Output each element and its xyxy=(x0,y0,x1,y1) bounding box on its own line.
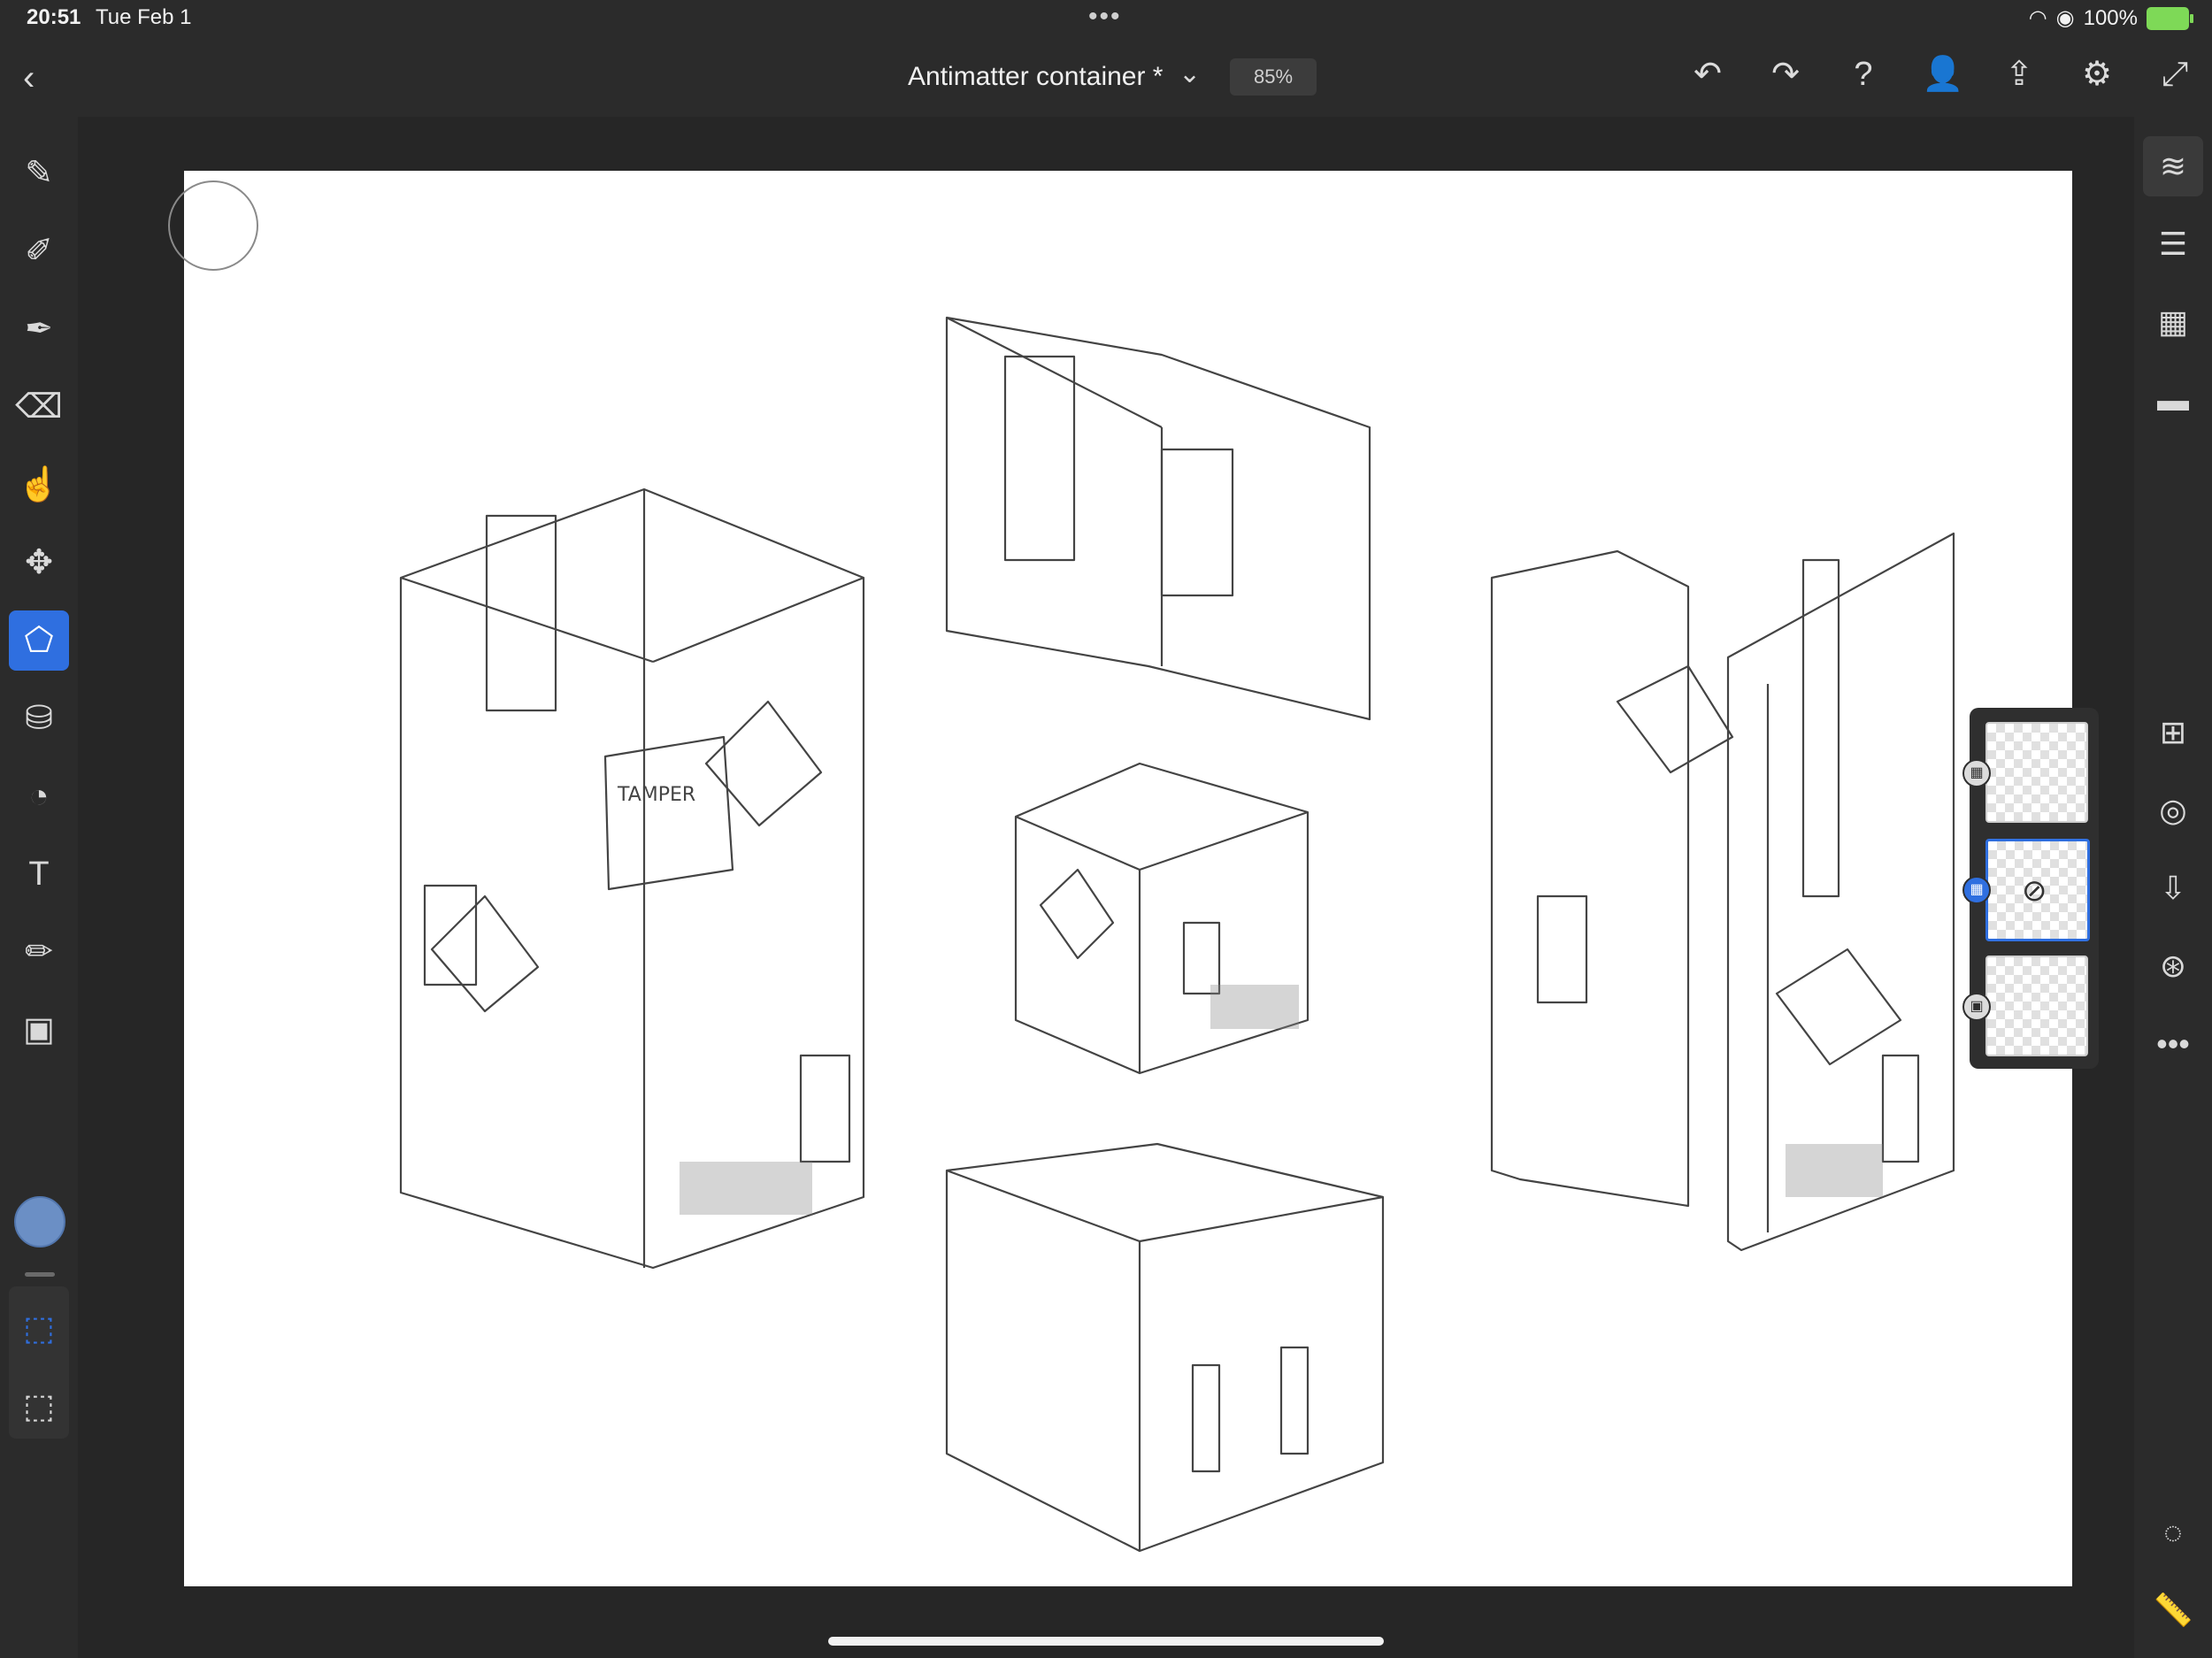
merge-down-icon[interactable]: ⇩ xyxy=(2143,858,2203,918)
orientation-lock-icon: ◉ xyxy=(2055,6,2075,30)
toolbar-divider xyxy=(25,1272,55,1277)
left-toolbar: ⬚ ⬚ ✎ ✐ ✒ ⌫ ☝ ✥ ⬠ ⛁ ◔ T ✏ ▣ xyxy=(0,117,78,1658)
status-time: 20:51 xyxy=(27,5,81,29)
image-icon[interactable]: ▣ xyxy=(9,1000,69,1060)
sketch-container-top xyxy=(945,316,1371,721)
sketch-artwork: TAMPER xyxy=(399,316,1955,1553)
selection-tool-group: ⬚ ⬚ xyxy=(9,1286,69,1439)
layer-background-thumbnail[interactable] xyxy=(1985,956,2088,1056)
layer-1-type-icon: ▦ xyxy=(1962,759,1991,787)
lasso-select-icon[interactable]: ⬠ xyxy=(9,610,69,671)
selection-subtract-icon[interactable]: ⬚ xyxy=(9,1377,69,1437)
shape-icon[interactable]: ◔ xyxy=(9,766,69,826)
back-button[interactable]: ‹ xyxy=(23,58,35,98)
add-layer-icon[interactable]: ⊞ xyxy=(2143,702,2203,763)
status-bar: 20:51 Tue Feb 1 ••• ◠ ◉ 100% xyxy=(0,0,2212,39)
fullscreen-icon[interactable]: ⤢ xyxy=(2155,55,2194,94)
right-toolbar: ≋ ☰ ▦ ▬ ⊞ ◎ ⇩ ⊛ ••• ◌ 📏 xyxy=(2134,117,2212,1658)
help-icon[interactable]: ? xyxy=(1844,55,1883,94)
share-icon[interactable]: ⇪ xyxy=(2000,55,2039,94)
layer-background-type-icon: ▣ xyxy=(1962,993,1991,1021)
more-options-icon[interactable]: ••• xyxy=(2143,1014,2203,1074)
layers-panel: ▦ ⊘ ▦ ▣ xyxy=(1962,708,2099,1069)
chevron-down-icon[interactable]: ⌄ xyxy=(1179,58,1201,89)
sketch-container-right-a xyxy=(1490,549,1690,1208)
ruler-icon[interactable]: 📏 xyxy=(2143,1580,2203,1640)
touch-shortcut-icon[interactable]: ◌ xyxy=(2143,1502,2203,1562)
pixel-brush-icon[interactable]: ✎ xyxy=(9,143,69,203)
drawing-canvas[interactable]: TAMPER xyxy=(184,171,2072,1586)
battery-icon xyxy=(2147,6,2193,30)
fill-icon[interactable]: ⛁ xyxy=(9,688,69,748)
adjustments-icon[interactable]: ☰ xyxy=(2143,214,2203,274)
zoom-level[interactable]: 85% xyxy=(1230,58,1317,96)
blend-mode-icon[interactable]: ⊛ xyxy=(2143,936,2203,996)
eraser-icon[interactable]: ⌫ xyxy=(9,377,69,437)
undo-icon[interactable]: ↶ xyxy=(1688,55,1727,94)
wifi-icon: ◠ xyxy=(2028,6,2047,30)
color-swatch[interactable] xyxy=(14,1196,65,1247)
battery-percent: 100% xyxy=(2083,5,2138,30)
svg-text:TAMPER: TAMPER xyxy=(617,784,695,806)
brush-cursor xyxy=(168,180,258,271)
layer-1-thumbnail[interactable] xyxy=(1985,722,2088,823)
live-brush-icon[interactable]: ✐ xyxy=(9,221,69,281)
sketch-container-right-b xyxy=(1726,532,1955,1252)
redo-icon[interactable]: ↷ xyxy=(1766,55,1805,94)
selection-add-icon[interactable]: ⬚ xyxy=(9,1299,69,1359)
vector-brush-icon[interactable]: ✒ xyxy=(9,299,69,359)
eyedropper-icon[interactable]: ✏ xyxy=(9,922,69,982)
text-icon[interactable]: T xyxy=(9,844,69,904)
grid-icon[interactable]: ▦ xyxy=(2143,292,2203,352)
layers-icon[interactable]: ≋ xyxy=(2143,136,2203,196)
sketch-container-bottom xyxy=(945,1142,1385,1553)
document-title[interactable]: Antimatter container * xyxy=(908,62,1163,92)
comments-icon[interactable]: ▬ xyxy=(2143,370,2203,430)
status-right: ◠ ◉ 100% xyxy=(2028,5,2193,31)
multitasking-dots[interactable]: ••• xyxy=(1088,2,1122,32)
hidden-eye-icon: ⊘ xyxy=(2022,874,2047,908)
top-actions: ↶ ↷? 👤 ⇪ ⚙ ⤢ xyxy=(1688,55,2194,94)
top-bar: ‹ Antimatter container * ⌄ 85% ↶ ↷? 👤 ⇪ ⚙ ⤢ xyxy=(0,39,2212,117)
smudge-icon[interactable]: ☝ xyxy=(9,455,69,515)
layer-2-hidden-thumbnail[interactable]: ⊘ xyxy=(1985,839,2090,941)
move-icon[interactable]: ✥ xyxy=(9,533,69,593)
hide-layer-icon[interactable]: ◎ xyxy=(2143,780,2203,841)
home-indicator[interactable] xyxy=(828,1637,1384,1646)
layer-2-hidden-type-icon: ▦ xyxy=(1962,876,1991,904)
status-date: Tue Feb 1 xyxy=(96,5,192,29)
settings-icon[interactable]: ⚙ xyxy=(2078,55,2116,94)
invite-icon[interactable]: 👤 xyxy=(1922,55,1963,94)
